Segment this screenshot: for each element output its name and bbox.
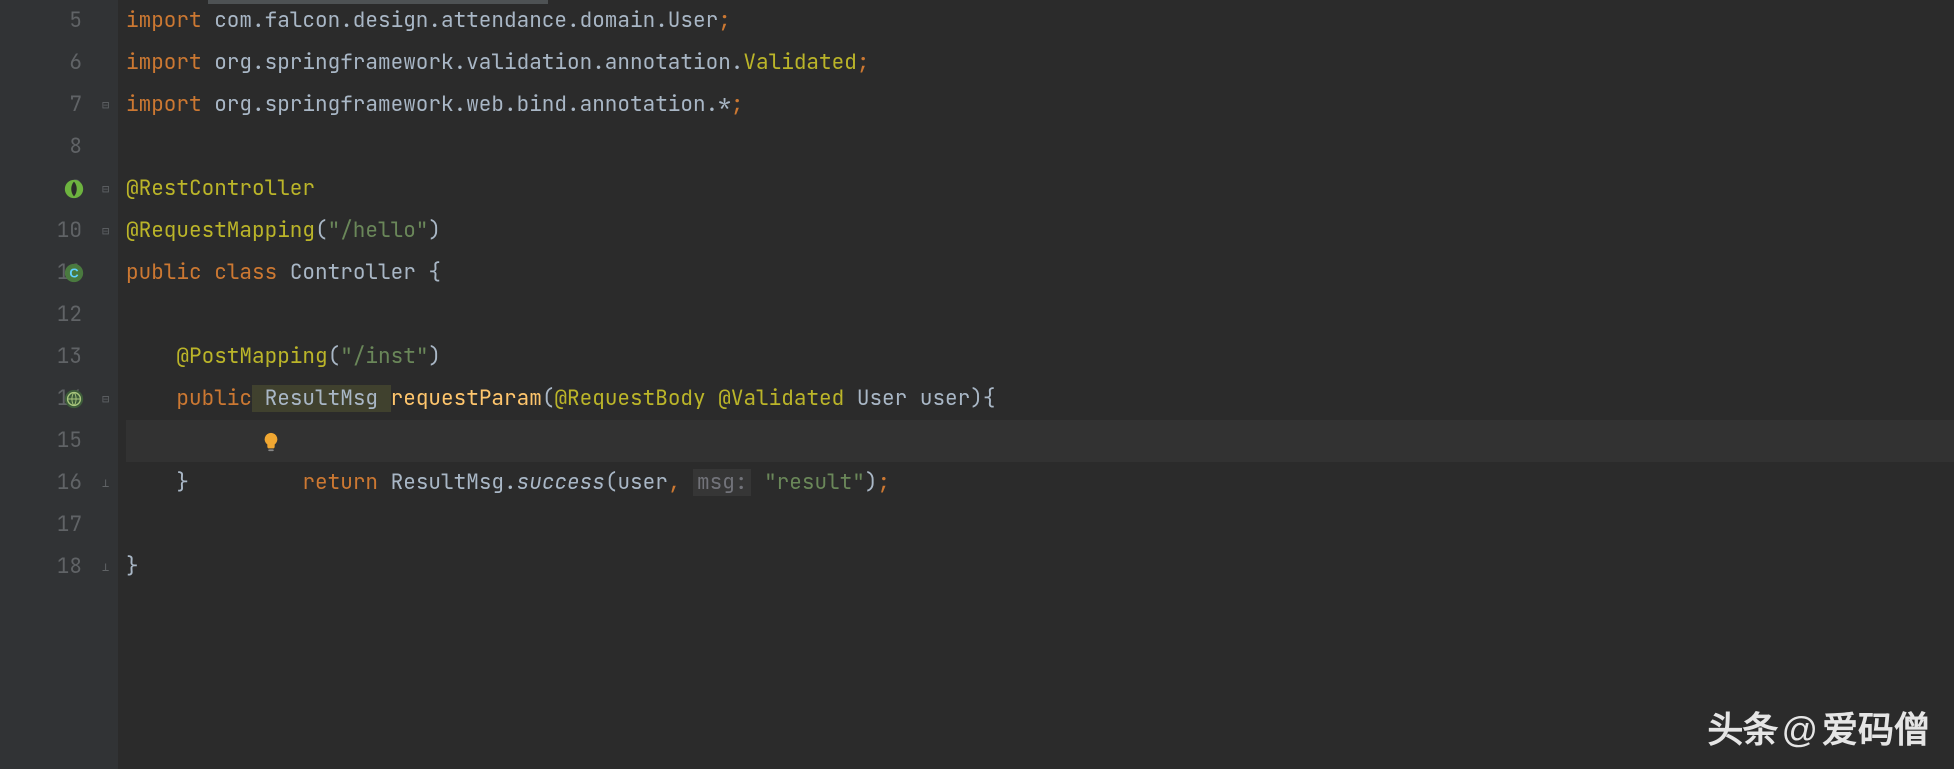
- fold-toggle-icon[interactable]: ⊟: [102, 393, 114, 405]
- line-number: 6: [69, 42, 82, 84]
- line-number: 15: [57, 420, 82, 462]
- line-number: 7: [69, 84, 82, 126]
- code-line: @RequestMapping("/hello"): [126, 210, 1954, 252]
- fold-end-icon[interactable]: ⊥: [102, 477, 114, 489]
- code-line: import com.falcon.design.attendance.doma…: [126, 0, 1954, 42]
- line-number: 17: [57, 504, 82, 546]
- fold-end-icon[interactable]: ⊥: [102, 561, 114, 573]
- svg-text:C: C: [69, 266, 78, 281]
- intention-bulb-icon[interactable]: [258, 429, 284, 455]
- line-number: 16: [57, 462, 82, 504]
- line-number: 10: [57, 210, 82, 252]
- code-line: @PostMapping("/inst"): [126, 336, 1954, 378]
- code-line-active: return ResultMsg.success(user, msg: "res…: [126, 420, 1954, 462]
- line-number: 13: [57, 336, 82, 378]
- code-line: public ResultMsg requestParam(@RequestBo…: [126, 378, 1954, 420]
- fold-column: ⊟ ⊟ ⊟ ⊟ ⊥ ⊥: [100, 0, 118, 769]
- code-line: @RestController: [126, 168, 1954, 210]
- code-content[interactable]: import com.falcon.design.attendance.doma…: [118, 0, 1954, 769]
- watermark-at: @: [1781, 709, 1818, 751]
- code-line: [126, 504, 1954, 546]
- line-number: 12: [57, 294, 82, 336]
- code-line: [126, 294, 1954, 336]
- parameter-hint: msg:: [693, 469, 751, 496]
- web-mapping-icon[interactable]: [62, 387, 86, 411]
- fold-toggle-icon[interactable]: ⊟: [102, 225, 114, 237]
- line-number: 8: [69, 126, 82, 168]
- code-line: public class Controller {: [126, 252, 1954, 294]
- line-number: 5: [69, 0, 82, 42]
- code-line: import org.springframework.web.bind.anno…: [126, 84, 1954, 126]
- class-icon[interactable]: C: [62, 261, 86, 285]
- fold-toggle-icon[interactable]: ⊟: [102, 183, 114, 195]
- spring-bean-icon[interactable]: [62, 177, 86, 201]
- watermark: 头条 @ 爱码僧: [1707, 709, 1930, 751]
- line-number-gutter: 5 6 7 8 9 10 C 11 12 13 14 15 16 17 18: [0, 0, 100, 769]
- fold-toggle-icon[interactable]: ⊟: [102, 99, 114, 111]
- watermark-name: 爱码僧: [1822, 709, 1930, 751]
- code-line: [126, 126, 1954, 168]
- code-line: import org.springframework.validation.an…: [126, 42, 1954, 84]
- code-line: }: [126, 546, 1954, 588]
- watermark-prefix: 头条: [1707, 709, 1777, 751]
- code-editor[interactable]: 5 6 7 8 9 10 C 11 12 13 14 15 16 17 18: [0, 0, 1954, 769]
- line-number: 18: [57, 546, 82, 588]
